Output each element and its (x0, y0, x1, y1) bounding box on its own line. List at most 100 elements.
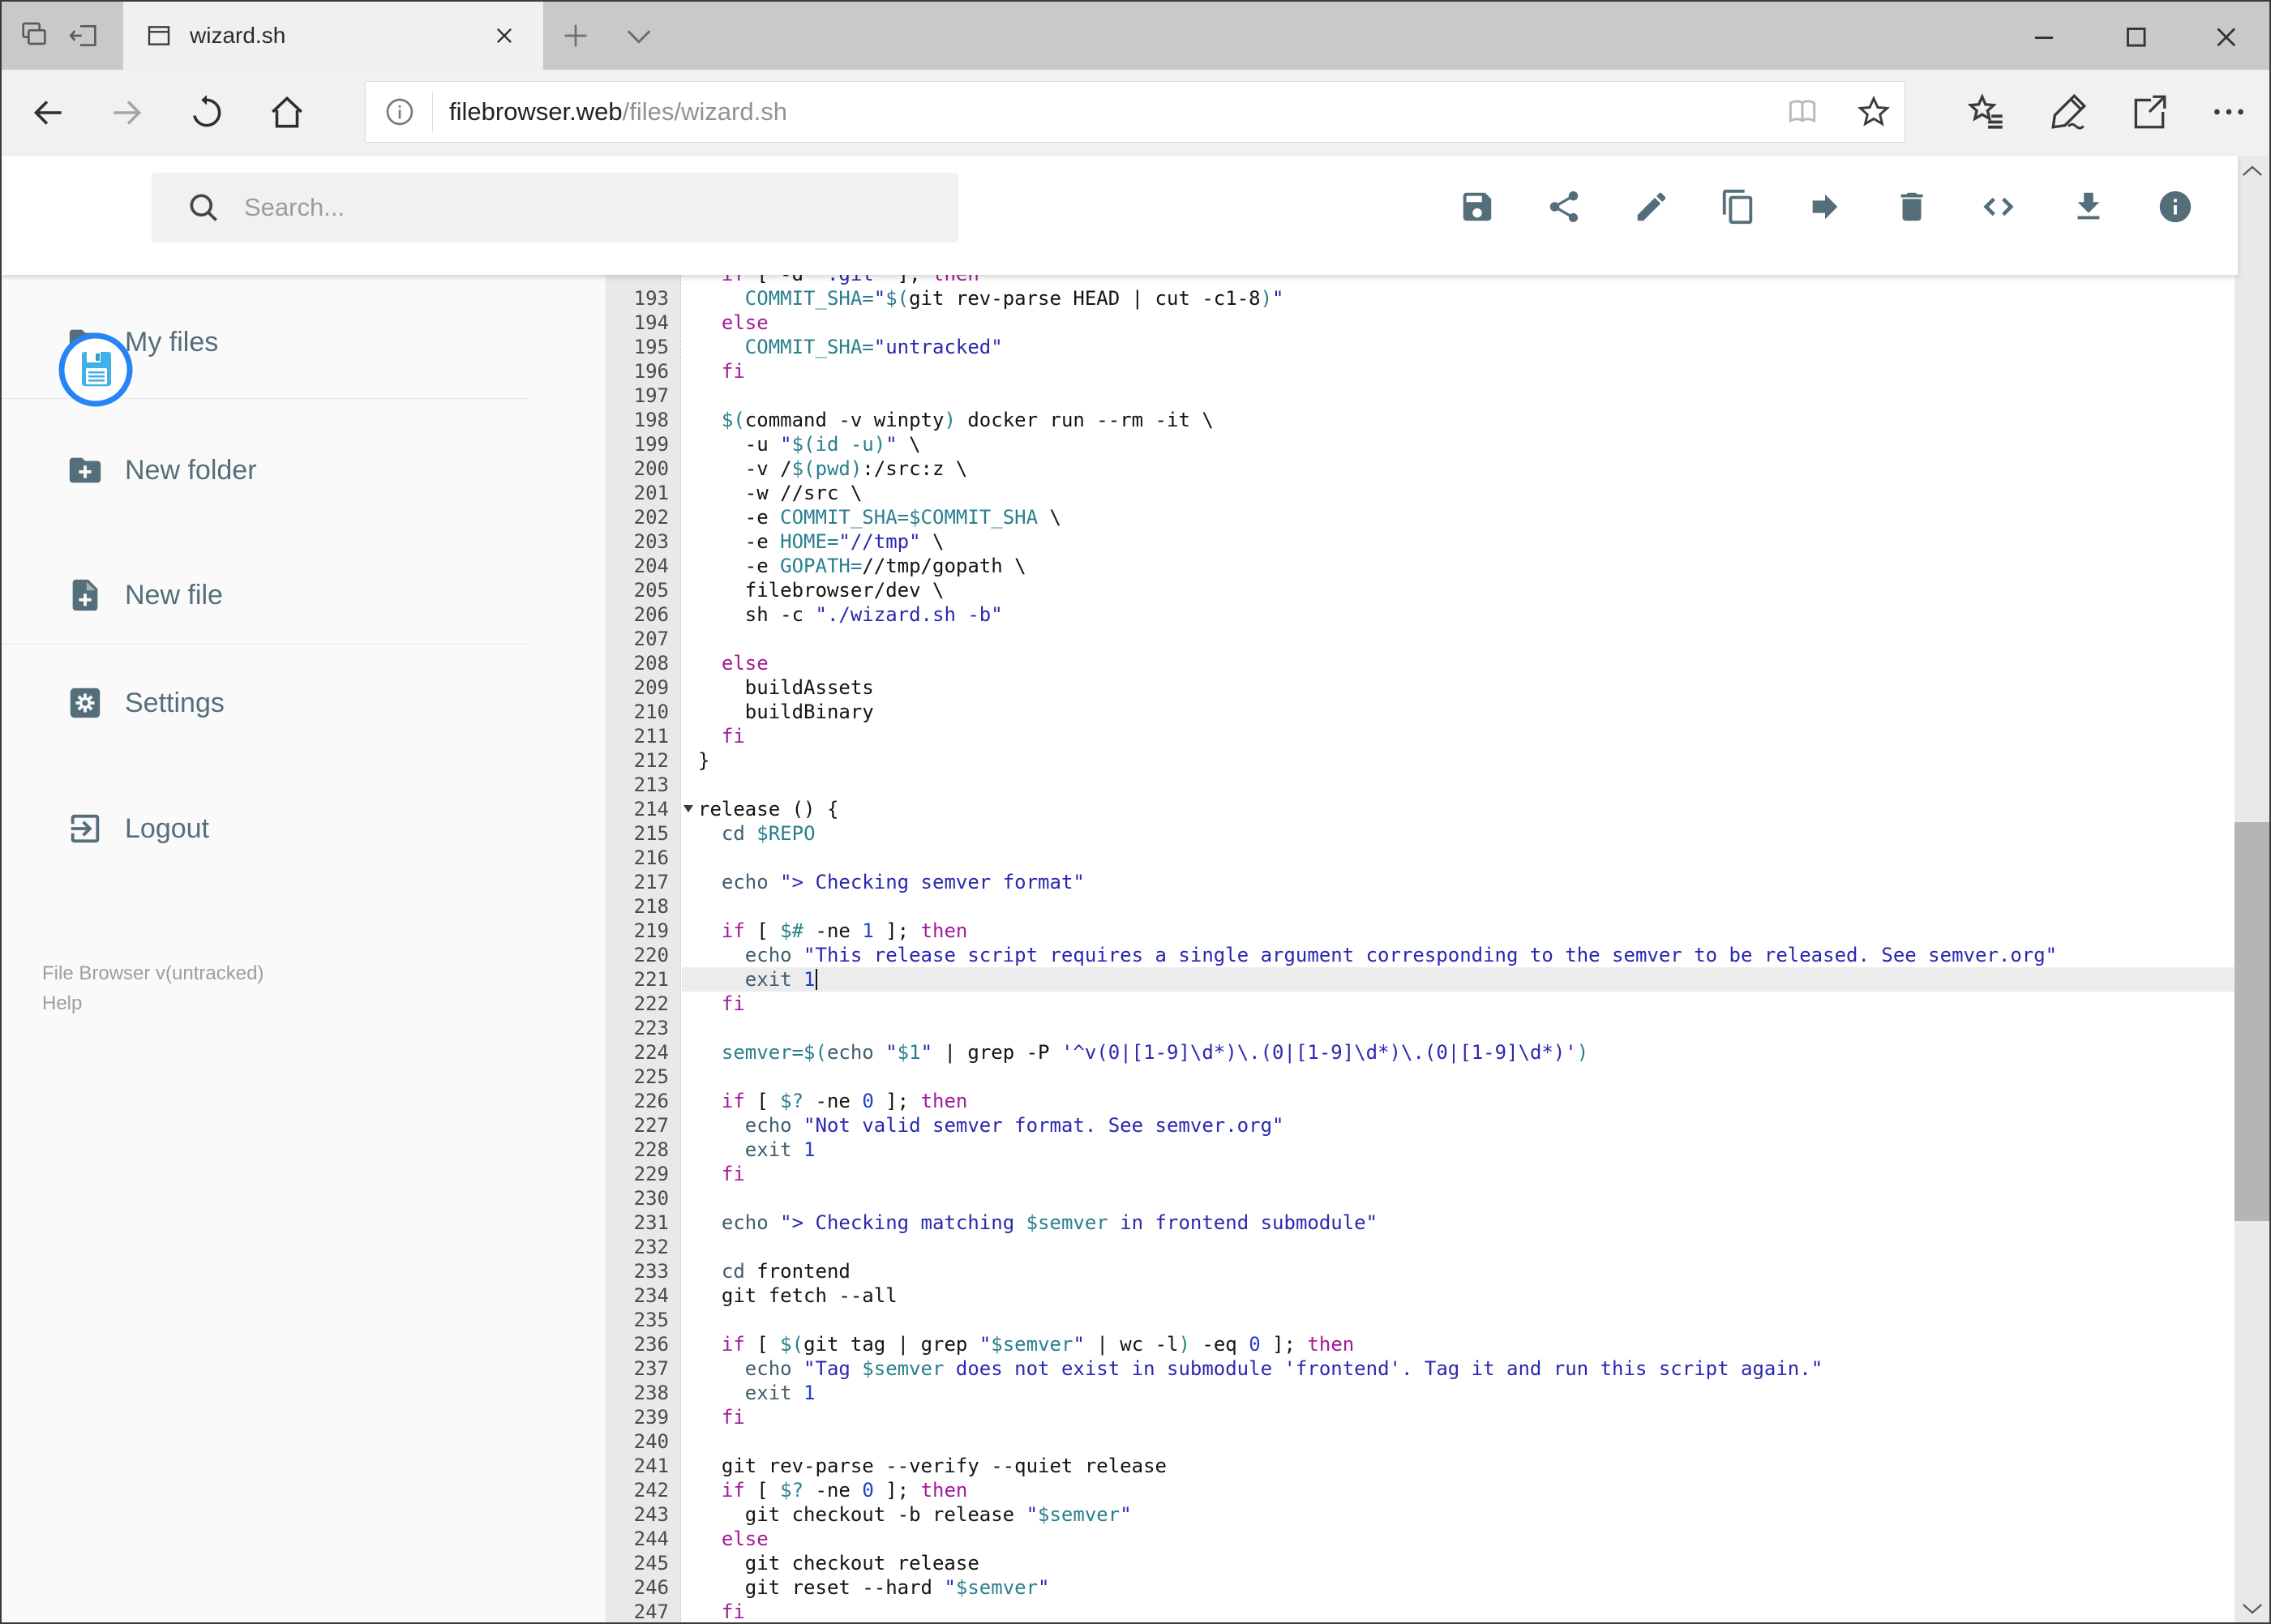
code-line-233[interactable]: 233 cd frontend (606, 1259, 2238, 1283)
share-button[interactable] (1545, 188, 1583, 225)
code-line-237[interactable]: 237 echo "Tag $semver does not exist in … (606, 1356, 2238, 1381)
minimize-button[interactable] (2029, 21, 2059, 52)
code-line-217[interactable]: 217 echo "> Checking semver format" (606, 870, 2238, 894)
code-line-210[interactable]: 210 buildBinary (606, 700, 2238, 724)
code-line-243[interactable]: 243 git checkout -b release "$semver" (606, 1502, 2238, 1527)
hub-favorites-icon[interactable] (1967, 92, 2007, 132)
code-line-245[interactable]: 245 git checkout release (606, 1551, 2238, 1575)
code-line-246[interactable]: 246 git reset --hard "$semver" (606, 1575, 2238, 1600)
code-line-229[interactable]: 229 fi (606, 1162, 2238, 1186)
code-line-227[interactable]: 227 echo "Not valid semver format. See s… (606, 1113, 2238, 1138)
code-line-226[interactable]: 226 if [ $? -ne 0 ]; then (606, 1089, 2238, 1113)
code-line-235[interactable]: 235 (606, 1308, 2238, 1332)
code-line-205[interactable]: 205 filebrowser/dev \ (606, 578, 2238, 602)
fold-arrow-icon[interactable] (683, 805, 693, 812)
code-line-219[interactable]: 219 if [ $# -ne 1 ]; then (606, 919, 2238, 943)
code-line-203[interactable]: 203 -e HOME="//tmp" \ (606, 529, 2238, 554)
code-line-215[interactable]: 215 cd $REPO (606, 821, 2238, 846)
close-window-button[interactable] (2210, 21, 2241, 52)
code-line-223[interactable]: 223 (606, 1016, 2238, 1040)
refresh-icon[interactable] (186, 92, 227, 133)
code-line-230[interactable]: 230 (606, 1186, 2238, 1211)
new-tab-icon[interactable] (559, 19, 592, 52)
edit-button[interactable] (1633, 188, 1670, 225)
back-icon[interactable] (28, 92, 68, 133)
scroll-down-icon[interactable] (2240, 1600, 2265, 1618)
move-button[interactable] (1806, 188, 1844, 225)
share-page-icon[interactable] (2129, 92, 2170, 132)
code-line-201[interactable]: 201 -w //src \ (606, 481, 2238, 505)
code-line-244[interactable]: 244 else (606, 1527, 2238, 1551)
code-line-198[interactable]: 198 $(command -v winpty) docker run --rm… (606, 408, 2238, 432)
home-icon[interactable] (267, 92, 307, 133)
code-line-195[interactable]: 195 COMMIT_SHA="untracked" (606, 335, 2238, 359)
code-line-220[interactable]: 220 echo "This release script requires a… (606, 943, 2238, 967)
code-line-199[interactable]: 199 -u "$(id -u)" \ (606, 432, 2238, 456)
code-line-241[interactable]: 241 git rev-parse --verify --quiet relea… (606, 1454, 2238, 1478)
code-line-231[interactable]: 231 echo "> Checking matching $semver in… (606, 1211, 2238, 1235)
code-line-197[interactable]: 197 (606, 384, 2238, 408)
code-editor[interactable]: if [ -d ".git" ]; then193 COMMIT_SHA="$(… (606, 275, 2238, 1622)
sidebar-item-logout[interactable]: Logout (2, 791, 606, 866)
code-line-192[interactable]: if [ -d ".git" ]; then (606, 275, 2238, 286)
code-line-224[interactable]: 224 semver=$(echo "$1" | grep -P '^v(0|[… (606, 1040, 2238, 1065)
code-line-202[interactable]: 202 -e COMMIT_SHA=$COMMIT_SHA \ (606, 505, 2238, 529)
code-line-213[interactable]: 213 (606, 773, 2238, 797)
code-line-208[interactable]: 208 else (606, 651, 2238, 675)
search-input[interactable] (242, 192, 891, 223)
code-line-218[interactable]: 218 (606, 894, 2238, 919)
code-line-211[interactable]: 211 fi (606, 724, 2238, 748)
code-line-216[interactable]: 216 (606, 846, 2238, 870)
code-line-240[interactable]: 240 (606, 1429, 2238, 1454)
code-line-209[interactable]: 209 buildAssets (606, 675, 2238, 700)
site-info-icon[interactable] (383, 96, 416, 128)
code-line-239[interactable]: 239 fi (606, 1405, 2238, 1429)
code-line-207[interactable]: 207 (606, 627, 2238, 651)
code-lines[interactable]: if [ -d ".git" ]; then193 COMMIT_SHA="$(… (606, 275, 2238, 1622)
code-line-204[interactable]: 204 -e GOPATH=//tmp/gopath \ (606, 554, 2238, 578)
address-bar[interactable]: filebrowser.web/files/wizard.sh (365, 81, 1905, 143)
download-button[interactable] (2070, 188, 2107, 225)
code-line-200[interactable]: 200 -v /$(pwd):/src:z \ (606, 456, 2238, 481)
code-line-196[interactable]: 196 fi (606, 359, 2238, 384)
code-line-238[interactable]: 238 exit 1 (606, 1381, 2238, 1405)
tab-close-icon[interactable] (493, 24, 516, 47)
tab-dropdown-icon[interactable] (623, 26, 655, 47)
help-link[interactable]: Help (42, 988, 264, 1018)
set-tabs-aside-icon[interactable] (68, 19, 101, 52)
browser-tab[interactable]: wizard.sh (123, 2, 543, 70)
annotate-pen-icon[interactable] (2048, 92, 2089, 132)
code-line-225[interactable]: 225 (606, 1065, 2238, 1089)
more-options-icon[interactable] (2209, 92, 2249, 132)
code-line-247[interactable]: 247 fi (606, 1600, 2238, 1622)
page-scrollbar[interactable] (2235, 156, 2269, 1622)
code-line-232[interactable]: 232 (606, 1235, 2238, 1259)
delete-button[interactable] (1893, 188, 1930, 225)
sidebar-item-settings[interactable]: Settings (2, 666, 606, 740)
maximize-button[interactable] (2120, 21, 2151, 52)
code-line-214[interactable]: 214 release () { (606, 797, 2238, 821)
favorite-star-icon[interactable] (1856, 94, 1892, 130)
code-line-193[interactable]: 193 COMMIT_SHA="$(git rev-parse HEAD | c… (606, 286, 2238, 311)
source-code-button[interactable] (1980, 188, 2017, 225)
sidebar-item-new-folder[interactable]: New folder (2, 433, 606, 508)
code-line-206[interactable]: 206 sh -c "./wizard.sh -b" (606, 602, 2238, 627)
code-line-242[interactable]: 242 if [ $? -ne 0 ]; then (606, 1478, 2238, 1502)
forward-icon[interactable] (107, 92, 148, 133)
scroll-up-icon[interactable] (2240, 162, 2265, 180)
tab-preview-icon[interactable] (18, 19, 50, 52)
code-line-212[interactable]: 212} (606, 748, 2238, 773)
code-line-222[interactable]: 222 fi (606, 992, 2238, 1016)
code-line-234[interactable]: 234 git fetch --all (606, 1283, 2238, 1308)
info-button[interactable] (2157, 188, 2194, 225)
save-button[interactable] (1459, 188, 1496, 225)
scrollbar-thumb[interactable] (2235, 822, 2269, 1221)
code-line-221[interactable]: 221 exit 1 (606, 967, 2238, 992)
search-box[interactable] (152, 173, 958, 242)
sidebar-item-new-file[interactable]: New file (2, 558, 606, 632)
code-line-236[interactable]: 236 if [ $(git tag | grep "$semver" | wc… (606, 1332, 2238, 1356)
code-line-194[interactable]: 194 else (606, 311, 2238, 335)
reading-view-icon[interactable] (1785, 94, 1820, 130)
copy-button[interactable] (1720, 188, 1757, 225)
filebrowser-logo[interactable] (58, 332, 134, 408)
